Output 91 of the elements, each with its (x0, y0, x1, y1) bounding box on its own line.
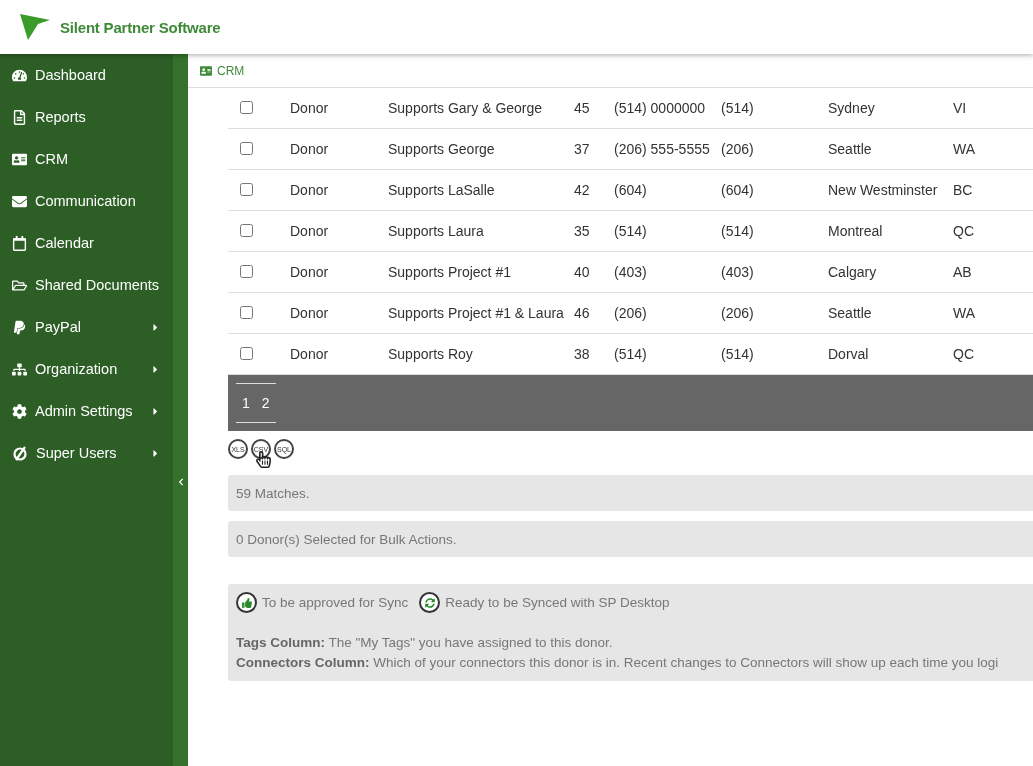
table-cell: WA (949, 292, 1009, 334)
matches-info: 59 Matches. (228, 475, 1033, 511)
nav-item[interactable]: Organization (0, 348, 173, 390)
legend-note: Connectors Column: Which of your connectors this donor is in. Recent changes to Connectors will show up each time you logi (236, 654, 1000, 672)
paypal-icon (12, 319, 27, 335)
table-cell: VI (949, 88, 1009, 129)
table-cell: Seattle (824, 128, 949, 170)
table-cell: QC (949, 210, 1009, 252)
table-cell: Donor (286, 128, 384, 170)
document-icon (12, 109, 27, 125)
refresh-icon (419, 592, 441, 613)
table-cell: 46 (570, 292, 610, 334)
table-cell: Donor (286, 251, 384, 293)
table-cell: Supports Laura (384, 210, 570, 252)
table-cell: Sydney (824, 88, 949, 129)
table-cell: Donor (286, 169, 384, 211)
row-checkbox[interactable] (240, 265, 253, 278)
table-cell: (604) (717, 169, 824, 211)
table-cell: (403) (610, 251, 717, 293)
calendar-icon (12, 235, 27, 251)
nav-item[interactable]: Dashboard (0, 54, 173, 96)
table-cell: Calgary (824, 251, 949, 293)
row-checkbox[interactable] (240, 306, 253, 319)
row-checkbox[interactable] (240, 347, 253, 360)
table-cell: Supports LaSalle (384, 169, 570, 211)
table-cell: (403) (717, 251, 824, 293)
hand-cursor-icon (255, 451, 272, 468)
table-cell: Donor (286, 88, 384, 129)
table-cell: 37 (570, 128, 610, 170)
logo-icon (18, 12, 52, 42)
envelope-icon (12, 193, 27, 209)
table-cell: (206) 555-5555 (610, 128, 717, 170)
row-checkbox[interactable] (240, 101, 253, 114)
table-cell: New Westminster (824, 169, 949, 211)
brand-name: Silent Partner Software (60, 18, 221, 36)
contact-card-icon (12, 151, 27, 167)
table-cell: (514) (717, 333, 824, 375)
table-cell: (206) (717, 292, 824, 334)
legend-label: Ready to be Synced with SP Desktop (445, 595, 670, 610)
table-cell: Donor (286, 210, 384, 252)
table-cell: (514) (610, 333, 717, 375)
nav-item[interactable]: Admin Settings (0, 390, 173, 432)
table-cell: BC (949, 169, 1009, 211)
legend-note: Tags Column: The "My Tags" you have assigned to this donor. (236, 634, 614, 652)
table-cell: 40 (570, 251, 610, 293)
table-cell: Dorval (824, 333, 949, 375)
table-cell: (604) (610, 169, 717, 211)
table-cell: 35 (570, 210, 610, 252)
nav-item[interactable]: CRM (0, 138, 173, 180)
table-cell: (514) (717, 210, 824, 252)
row-checkbox[interactable] (240, 183, 253, 196)
table-cell: Supports Gary & George (384, 88, 570, 129)
table-cell: Donor (286, 333, 384, 375)
sitemap-icon (12, 361, 27, 377)
selection-info: 0 Donor(s) Selected for Bulk Actions. (228, 521, 1033, 557)
table-cell: WA (949, 128, 1009, 170)
row-checkbox[interactable] (240, 142, 253, 155)
table-cell: Seattle (824, 292, 949, 334)
table-cell: AB (949, 251, 1009, 293)
legend-label: To be approved for Sync (262, 595, 409, 610)
table-cell: QC (949, 333, 1009, 375)
nav-item[interactable]: Super Users (0, 432, 173, 474)
table-cell: (514) (610, 210, 717, 252)
thumbs-up-icon (236, 592, 257, 613)
dashboard-icon (12, 67, 27, 83)
table-cell: 42 (570, 169, 610, 211)
table-cell: Supports Project #1 (384, 251, 570, 293)
table-cell: Supports Roy (384, 333, 570, 375)
row-checkbox[interactable] (240, 224, 253, 237)
nav-item[interactable]: Reports (0, 96, 173, 138)
table-cell: Montreal (824, 210, 949, 252)
page-link[interactable]: 1 (236, 395, 256, 411)
table-cell: (206) (717, 128, 824, 170)
table-cell: (514) 0000000 (610, 88, 717, 129)
page-link[interactable]: 2 (255, 395, 276, 411)
nav-item[interactable]: Calendar (0, 222, 173, 264)
table-cell: Donor (286, 292, 384, 334)
nav-item[interactable]: Communication (0, 180, 173, 222)
table-cell: Supports Project #1 & Laura (384, 292, 570, 334)
settings-icon (12, 403, 27, 419)
collapse-chevron-icon[interactable] (177, 478, 185, 486)
table-cell: 45 (570, 88, 610, 129)
nav-item[interactable]: PayPal (0, 306, 173, 348)
breadcrumb[interactable]: CRM (217, 63, 245, 78)
contact-card-icon (200, 64, 212, 77)
table-cell: 38 (570, 333, 610, 375)
nav-item[interactable]: Shared Documents (0, 264, 173, 306)
table-cell: (206) (610, 292, 717, 334)
table-cell: (514) (717, 88, 824, 129)
slashed-circle-icon (12, 445, 28, 461)
table-cell: Supports George (384, 128, 570, 170)
